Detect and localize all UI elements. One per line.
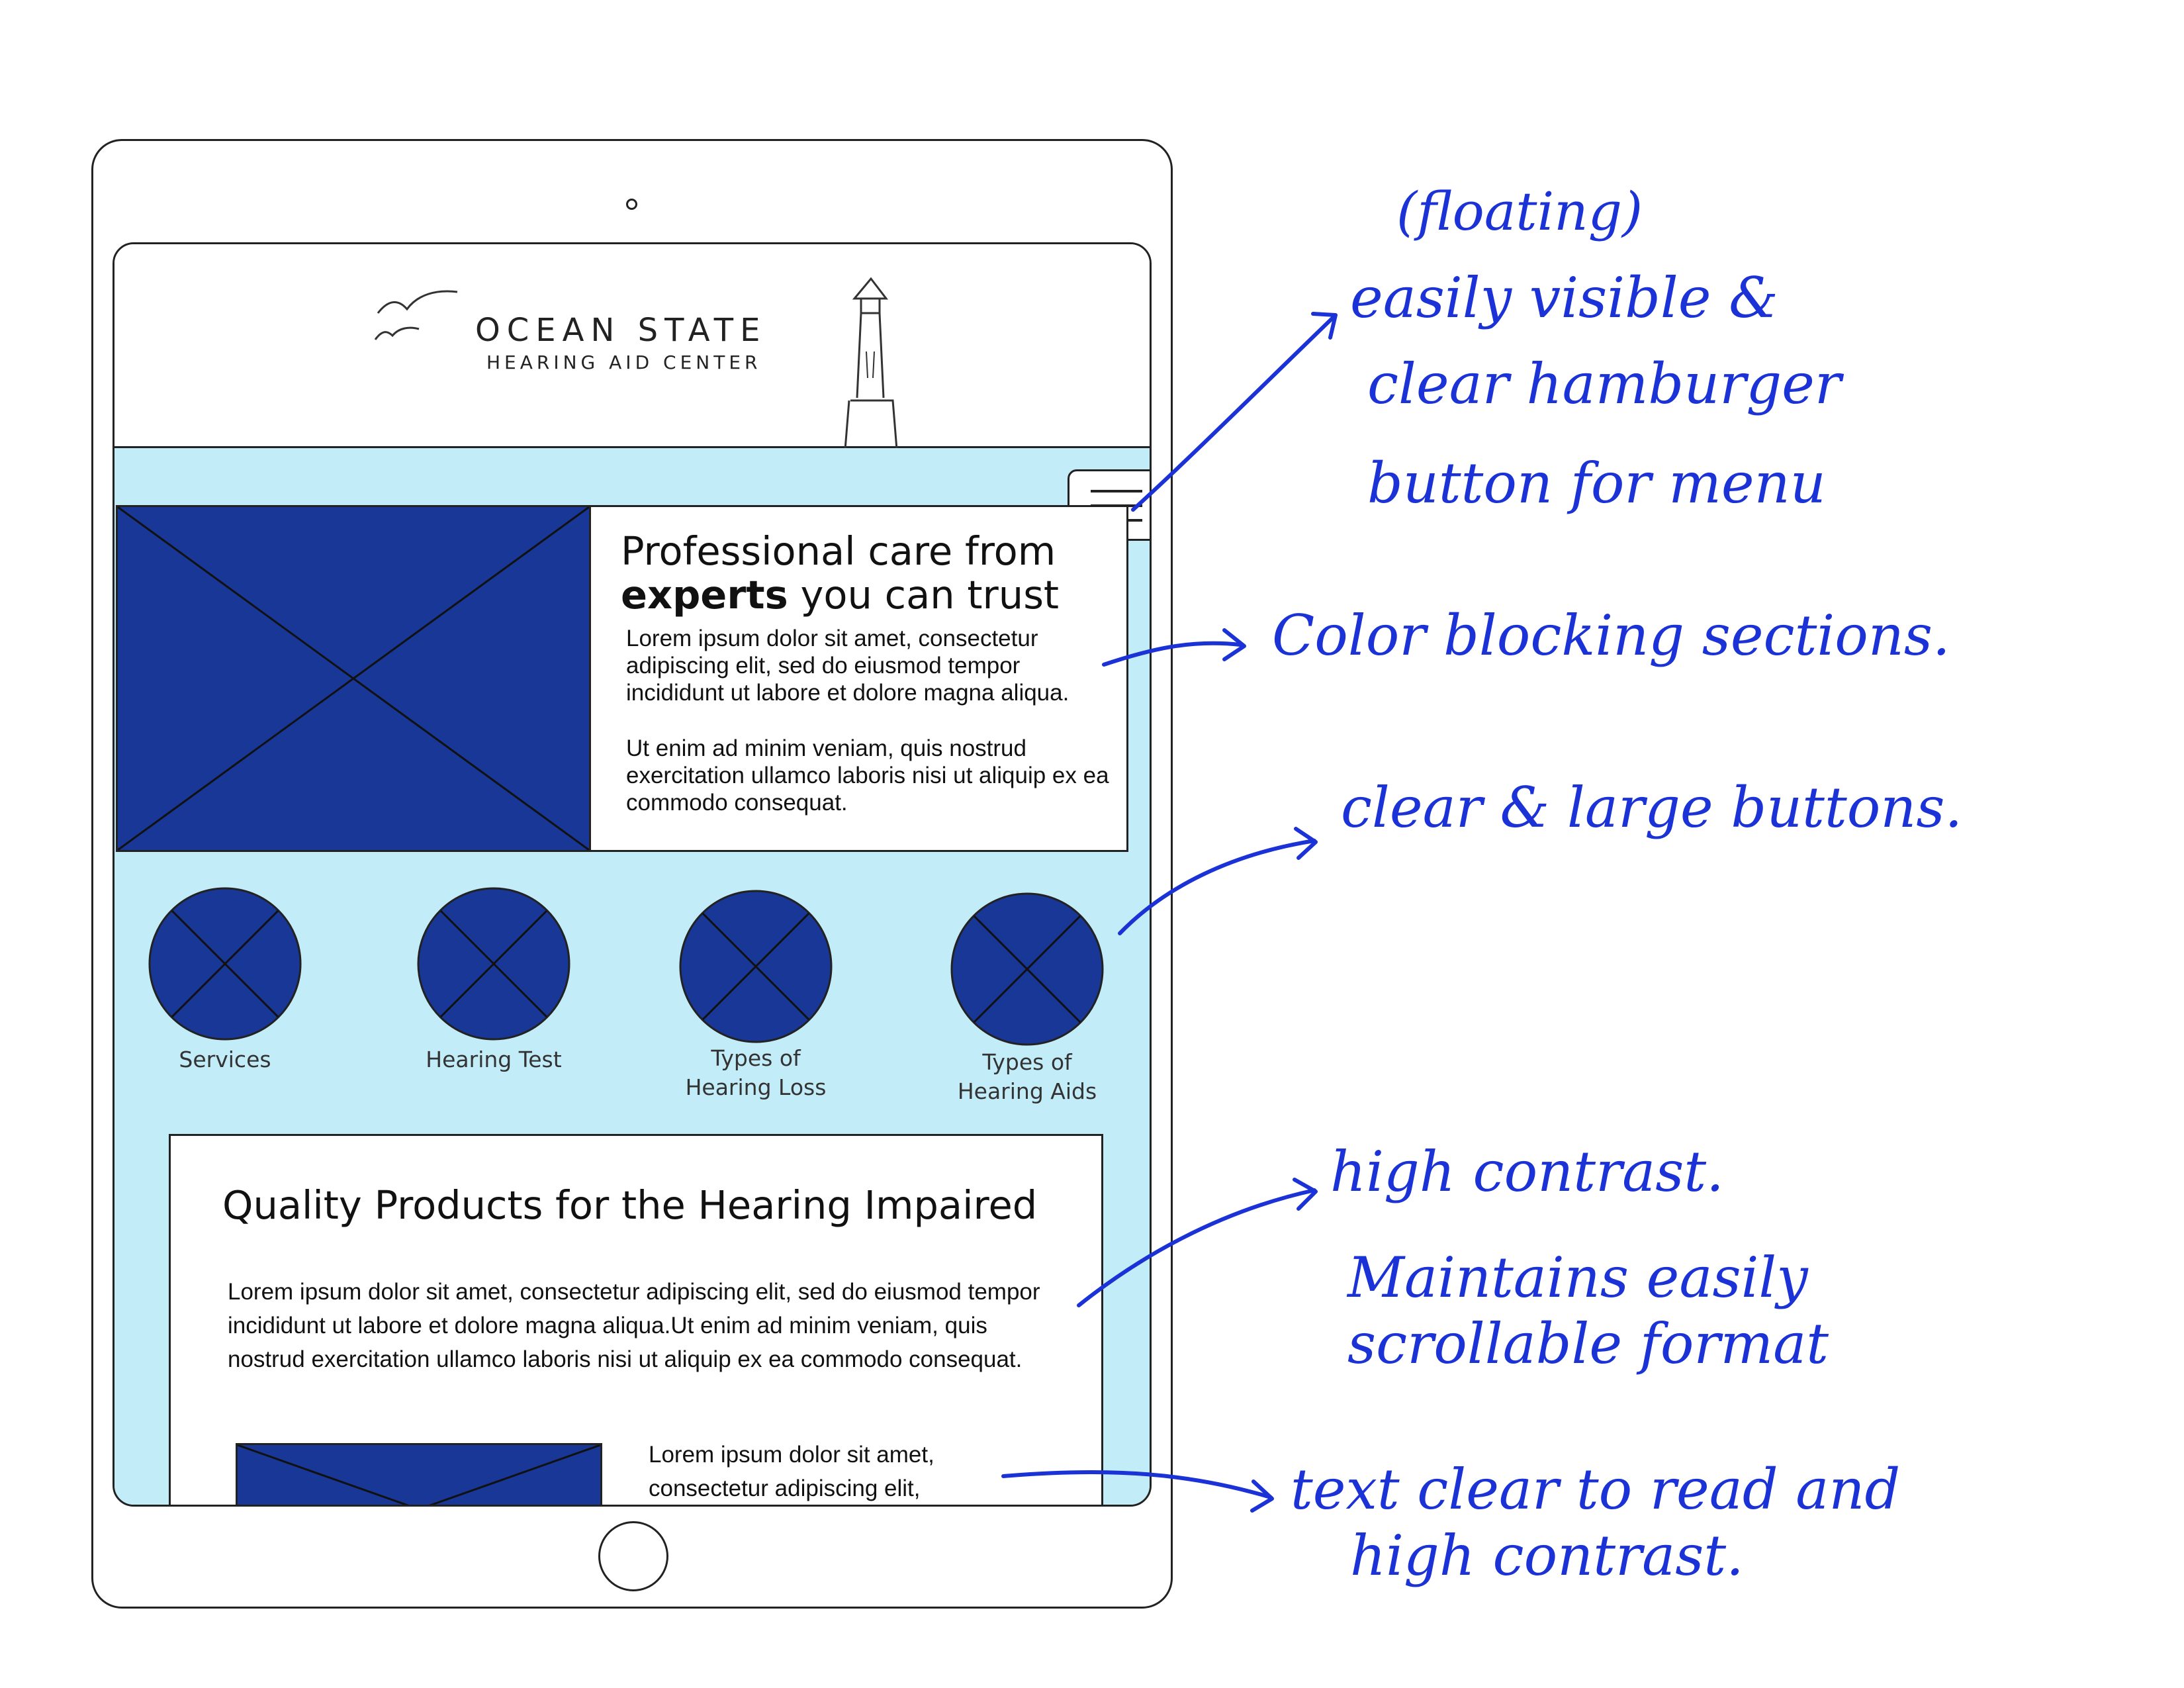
annotation-color-blocking: Color blocking sections. xyxy=(1272,603,1950,668)
annotation-text-line1: text clear to read and xyxy=(1291,1457,1901,1522)
annotation-buttons: clear & large buttons. xyxy=(1341,775,1963,840)
annotation-hamburger-line2: easily visible & xyxy=(1350,265,1778,330)
annotation-contrast-line1: high contrast. xyxy=(1330,1139,1724,1204)
annotation-contrast-line2: Maintains easily xyxy=(1347,1245,1808,1310)
annotation-arrows xyxy=(1001,312,1338,1513)
arrow-hamburger xyxy=(1131,314,1336,512)
annotation-hamburger-line3: clear hamburger xyxy=(1367,352,1842,416)
annotation-hamburger-line1: (floating) xyxy=(1396,181,1643,242)
annotation-text-line2: high contrast. xyxy=(1350,1523,1744,1588)
annotation-contrast-line3: scrollable format xyxy=(1347,1311,1829,1376)
annotation-hamburger-line4: button for menu xyxy=(1367,451,1826,516)
